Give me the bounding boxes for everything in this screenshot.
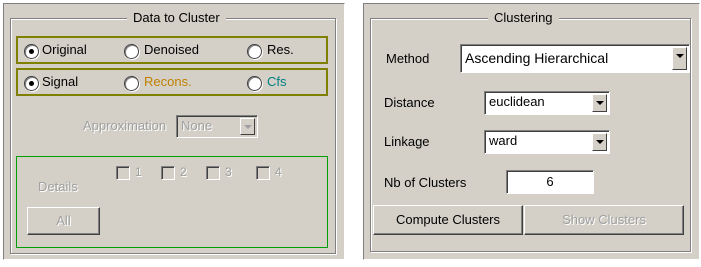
- detail-check-2[interactable]: [161, 166, 175, 180]
- details-label: Details: [38, 179, 78, 194]
- approximation-select[interactable]: None: [176, 115, 258, 138]
- linkage-label: Linkage: [384, 134, 430, 149]
- detail-check-4-label: 4: [275, 165, 282, 179]
- radio-res-label: Res.: [267, 42, 294, 57]
- chevron-down-icon: [672, 47, 687, 70]
- detail-check-3-label: 3: [225, 165, 232, 179]
- nb-clusters-input[interactable]: 6: [506, 170, 594, 194]
- linkage-select[interactable]: ward: [484, 130, 610, 154]
- radio-cfs[interactable]: [247, 76, 262, 91]
- radio-signal[interactable]: [24, 76, 39, 91]
- data-to-cluster-title: Data to Cluster: [127, 10, 226, 25]
- radio-denoised[interactable]: [124, 44, 139, 59]
- nb-clusters-label: Nb of Clusters: [384, 175, 467, 190]
- clustering-title: Clustering: [488, 10, 559, 25]
- detail-check-2-label: 2: [180, 165, 187, 179]
- detail-check-4[interactable]: [256, 166, 270, 180]
- distance-label: Distance: [384, 95, 435, 110]
- approximation-label: Approximation: [83, 118, 167, 133]
- data-to-cluster-panel: Data to Cluster Original Denoised Res. S…: [3, 3, 345, 260]
- chevron-down-icon: [592, 94, 607, 112]
- radio-res[interactable]: [247, 44, 262, 59]
- radio-original-label: Original: [42, 42, 87, 57]
- method-value: Ascending Hierarchical: [465, 50, 609, 66]
- radio-cfs-label: Cfs: [267, 74, 287, 89]
- method-select[interactable]: Ascending Hierarchical: [460, 44, 690, 73]
- approximation-value: None: [181, 118, 213, 133]
- radio-signal-label: Signal: [42, 74, 79, 89]
- linkage-value: ward: [489, 133, 518, 148]
- distance-value: euclidean: [489, 94, 545, 109]
- radio-denoised-label: Denoised: [144, 42, 199, 57]
- method-label: Method: [386, 51, 430, 66]
- radio-recons[interactable]: [124, 76, 139, 91]
- detail-check-3[interactable]: [206, 166, 220, 180]
- clustering-panel: Clustering Method Ascending Hierarchical…: [363, 3, 700, 260]
- chevron-down-icon: [592, 133, 607, 151]
- detail-check-1-label: 1: [135, 165, 142, 179]
- radio-original[interactable]: [24, 44, 39, 59]
- all-button[interactable]: All: [27, 207, 100, 235]
- chevron-down-icon: [240, 118, 255, 135]
- distance-select[interactable]: euclidean: [484, 91, 610, 115]
- compute-clusters-button[interactable]: Compute Clusters: [373, 205, 523, 235]
- radio-recons-label: Recons.: [144, 74, 192, 89]
- detail-check-1[interactable]: [116, 166, 130, 180]
- show-clusters-button[interactable]: Show Clusters: [524, 205, 684, 235]
